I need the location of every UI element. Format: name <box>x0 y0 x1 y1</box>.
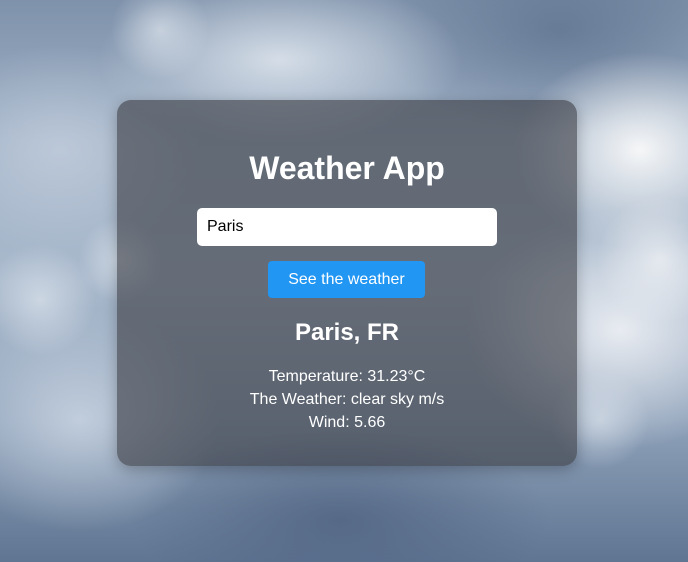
location-heading: Paris, FR <box>294 319 400 346</box>
city-search-input[interactable] <box>197 208 497 246</box>
weather-description-text: The Weather: clear sky m/s <box>249 391 445 408</box>
weather-details: Temperature: 31.23°C The Weather: clear … <box>117 365 577 434</box>
temperature-text: Temperature: 31.23°C <box>268 368 426 385</box>
see-weather-button[interactable]: See the weather <box>268 261 425 298</box>
wind-text: Wind: 5.66 <box>308 414 386 431</box>
app-title: Weather App <box>249 150 445 186</box>
weather-card: Weather App See the weather Paris, FR Te… <box>117 100 577 466</box>
